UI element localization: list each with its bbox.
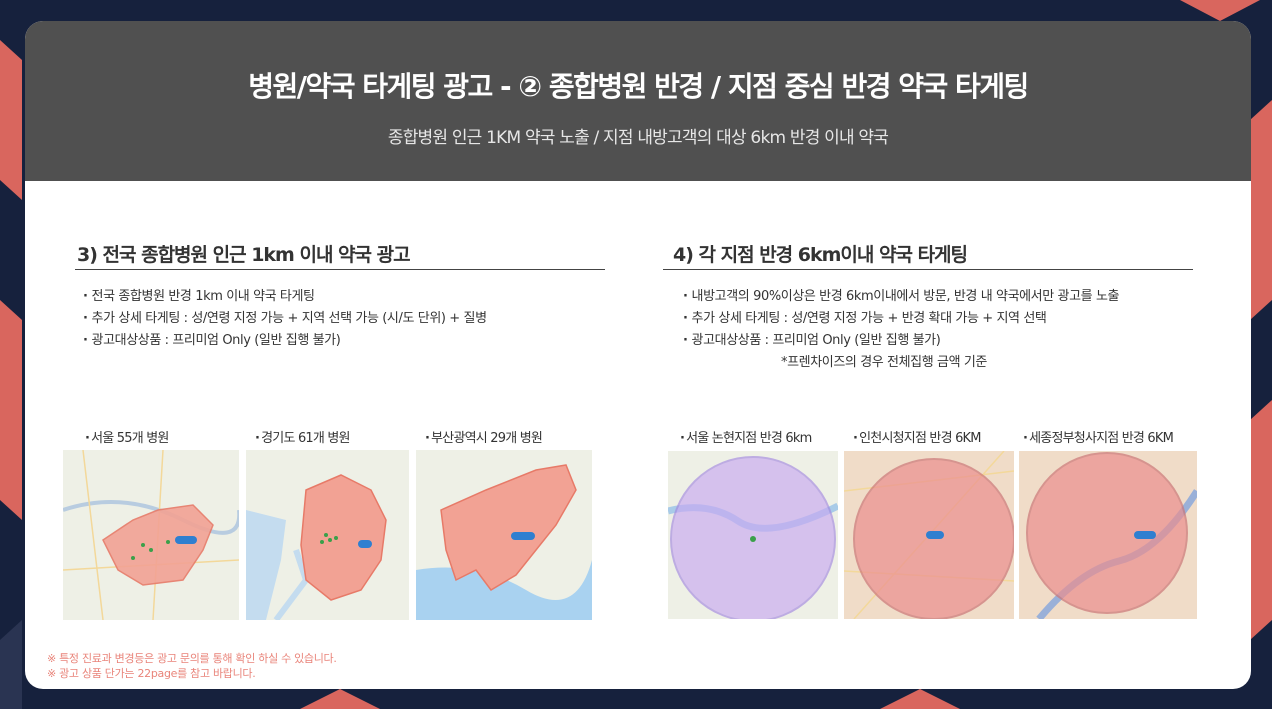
- section4-bullet: 광고대상상품 : 프리미엄 Only (일반 집행 불가): [683, 330, 1119, 352]
- footer-note-1: ※ 특정 진료과 변경등은 광고 문의를 통해 확인 하실 수 있습니다.: [47, 652, 337, 665]
- section4-bullet: 내방고객의 90%이상은 반경 6km이내에서 방문, 반경 내 약국에서만 광…: [683, 286, 1120, 308]
- section3-title: 3) 전국 종합병원 인근 1km 이내 약국 광고: [77, 244, 411, 266]
- map-seoul: [63, 450, 239, 620]
- map-label-incheon: 인천시청지점 반경 6KM: [853, 427, 981, 446]
- section3-bullet: 광고대상상품 : 프리미엄 Only (일반 집행 불가): [83, 330, 487, 352]
- footer-note-2: ※ 광고 상품 단가는 22page를 참고 바랍니다.: [47, 667, 256, 680]
- map-incheon: [844, 451, 1014, 619]
- section4-title: 4) 각 지점 반경 6km이내 약국 타게팅: [673, 244, 968, 266]
- section4-bullet: 추가 상세 타게팅 : 성/연령 지정 가능 + 반경 확대 가능 + 지역 선…: [683, 308, 1119, 330]
- section3-bullets: 전국 종합병원 반경 1km 이내 약국 타게팅 추가 상세 타게팅 : 성/연…: [83, 286, 487, 352]
- section3-bullet: 추가 상세 타게팅 : 성/연령 지정 가능 + 지역 선택 가능 (시/도 단…: [83, 308, 487, 330]
- section3-divider: [75, 269, 605, 270]
- map-label-busan: 부산광역시 29개 병원: [425, 427, 543, 446]
- map-label-seoul: 서울 55개 병원: [85, 427, 169, 446]
- content-card: 병원/약국 타게팅 광고 - ② 종합병원 반경 / 지점 중심 반경 약국 타…: [25, 21, 1251, 689]
- map-label-sejong: 세종정부청사지점 반경 6KM: [1023, 427, 1174, 446]
- section4-divider: [663, 269, 1193, 270]
- map-nonhyeon: [668, 451, 838, 619]
- map-label-nonhyeon: 서울 논현지점 반경 6km: [680, 427, 812, 446]
- section4-bullets: 내방고객의 90%이상은 반경 6km이내에서 방문, 반경 내 약국에서만 광…: [683, 286, 1120, 374]
- section4-note: *프렌차이즈의 경우 전체집행 금액 기준: [781, 355, 987, 370]
- section3-bullet: 전국 종합병원 반경 1km 이내 약국 타게팅: [83, 286, 487, 308]
- map-label-gyeonggi: 경기도 61개 병원: [255, 427, 350, 446]
- map-busan: [416, 450, 592, 620]
- header-banner: 병원/약국 타게팅 광고 - ② 종합병원 반경 / 지점 중심 반경 약국 타…: [25, 21, 1251, 181]
- page-subtitle: 종합병원 인근 1KM 약국 노출 / 지점 내방고객의 대상 6km 반경 이…: [387, 128, 889, 148]
- map-gyeonggi: [246, 450, 409, 620]
- page-title: 병원/약국 타게팅 광고 - ② 종합병원 반경 / 지점 중심 반경 약국 타…: [248, 70, 1029, 103]
- map-sejong: [1019, 451, 1197, 619]
